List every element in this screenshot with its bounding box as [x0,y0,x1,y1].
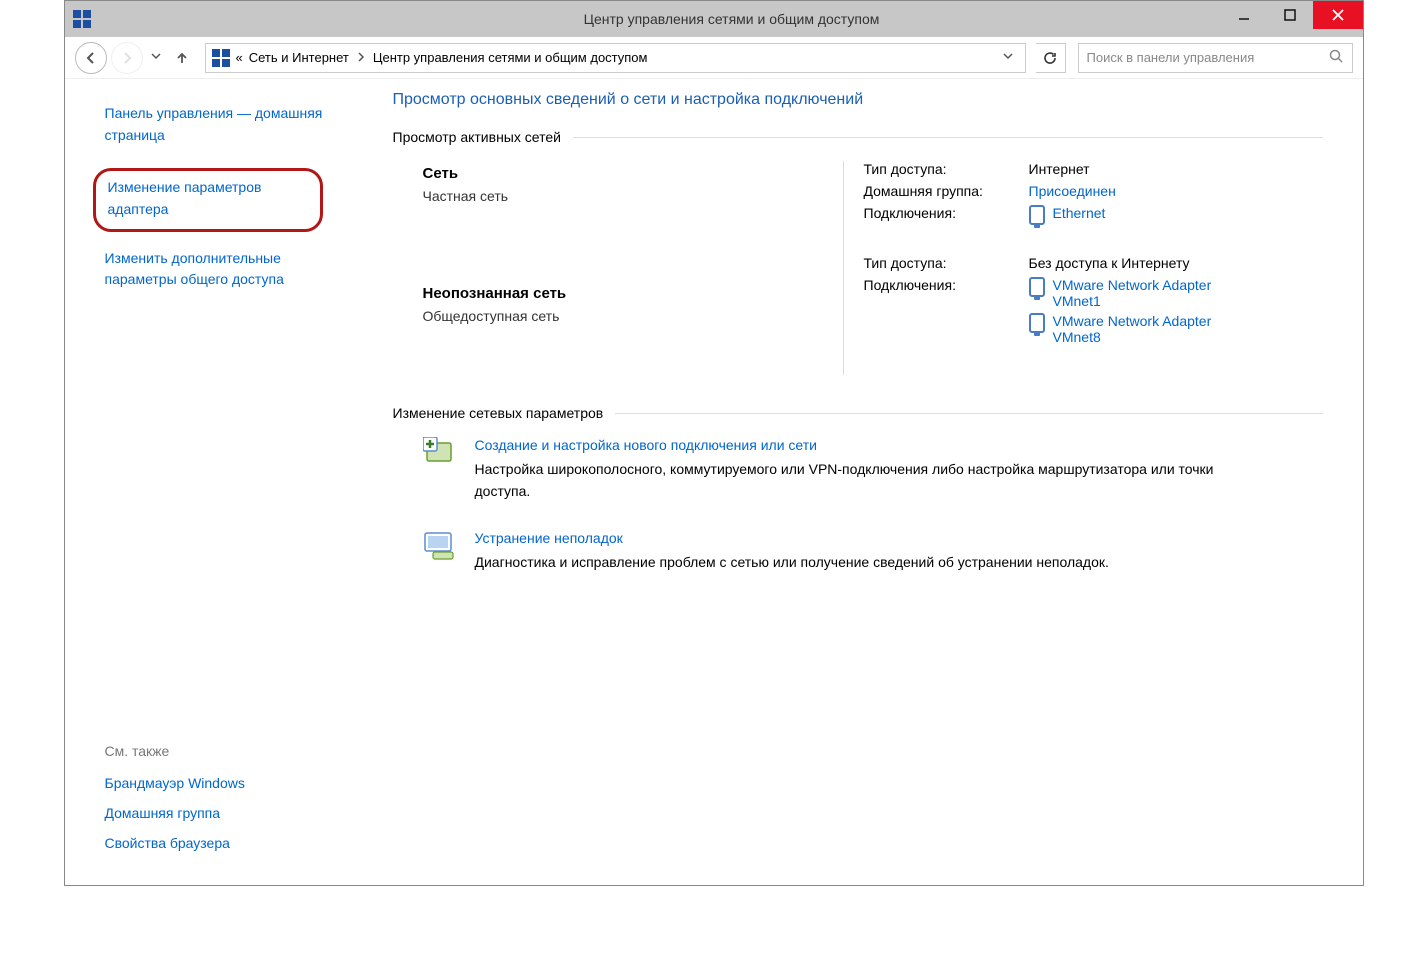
homegroup-label: Домашняя группа: [864,183,1029,199]
network-entry: Неопознанная сеть Общедоступная сеть Тип… [423,255,1323,375]
search-box[interactable] [1078,43,1353,73]
forward-button[interactable] [111,42,143,74]
maximize-button[interactable] [1267,1,1313,29]
troubleshoot-icon [423,530,457,564]
network-entry: Сеть Частная сеть Тип доступа: Интернет … [423,161,1323,255]
breadcrumb-item[interactable]: Сеть и Интернет [249,50,349,65]
ethernet-icon [1029,205,1045,225]
network-type: Частная сеть [423,188,843,204]
sidebar-link-adapter-settings[interactable]: Изменение параметров адаптера [93,168,323,231]
breadcrumb-item[interactable]: Центр управления сетями и общим доступом [373,50,648,65]
titlebar[interactable]: Центр управления сетями и общим доступом [65,1,1363,37]
task-troubleshoot: Устранение неполадок Диагностика и испра… [423,530,1323,574]
ethernet-icon [1029,277,1045,297]
see-also-label: См. также [105,743,353,759]
homegroup-link[interactable]: Присоединен [1029,183,1116,199]
sidebar-link-firewall[interactable]: Брандмауэр Windows [105,775,353,791]
main-heading: Просмотр основных сведений о сети и наст… [393,91,1323,109]
connection-link[interactable]: VMware Network Adapter VMnet8 [1053,313,1249,345]
minimize-button[interactable] [1221,1,1267,29]
section-active-networks: Просмотр активных сетей [393,129,1323,145]
app-window: Центр управления сетями и общим доступом [64,0,1364,886]
task-title-link[interactable]: Устранение неполадок [475,530,1109,546]
breadcrumb-chevron-icon[interactable] [349,50,373,65]
section-change-settings: Изменение сетевых параметров [393,405,1323,421]
sidebar-link-homegroup[interactable]: Домашняя группа [105,805,353,821]
access-type-label: Тип доступа: [864,161,1029,177]
task-new-connection: Создание и настройка нового подключения … [423,437,1323,502]
refresh-button[interactable] [1036,43,1066,73]
history-dropdown[interactable] [147,51,165,64]
sidebar-link-home[interactable]: Панель управления — домашняя страница [105,103,335,146]
main-content: Просмотр основных сведений о сети и наст… [373,79,1363,885]
sidebar: Панель управления — домашняя страница Из… [65,79,373,885]
section-title: Изменение сетевых параметров [393,405,604,421]
new-connection-icon [423,437,457,471]
breadcrumb-prefix: « [236,50,243,65]
network-name[interactable]: Сеть [423,165,843,182]
location-icon [212,49,230,67]
address-bar[interactable]: « Сеть и Интернет Центр управления сетям… [205,43,1026,73]
connection-link[interactable]: VMware Network Adapter VMnet1 [1053,277,1249,309]
task-description: Настройка широкополосного, коммутируемог… [475,459,1215,502]
connections-label: Подключения: [864,277,1029,349]
app-icon [73,10,91,28]
access-type-value: Интернет [1029,161,1090,177]
window-title: Центр управления сетями и общим доступом [101,11,1363,27]
address-dropdown[interactable] [997,51,1019,64]
task-title-link[interactable]: Создание и настройка нового подключения … [475,437,1215,453]
sidebar-link-browser-properties[interactable]: Свойства браузера [105,835,353,851]
ethernet-icon [1029,313,1045,333]
close-button[interactable] [1313,1,1363,29]
network-name[interactable]: Неопознанная сеть [423,285,843,302]
access-type-value: Без доступа к Интернету [1029,255,1190,271]
sidebar-link-advanced-sharing[interactable]: Изменить дополнительные параметры общего… [105,248,335,291]
navbar: « Сеть и Интернет Центр управления сетям… [65,37,1363,79]
back-button[interactable] [75,42,107,74]
connections-label: Подключения: [864,205,1029,229]
network-type: Общедоступная сеть [423,308,843,324]
access-type-label: Тип доступа: [864,255,1029,271]
connection-link[interactable]: Ethernet [1053,205,1106,221]
section-title: Просмотр активных сетей [393,129,561,145]
search-input[interactable] [1087,50,1328,65]
task-description: Диагностика и исправление проблем с сеть… [475,552,1109,574]
search-icon[interactable] [1328,48,1344,67]
up-button[interactable] [169,45,195,71]
